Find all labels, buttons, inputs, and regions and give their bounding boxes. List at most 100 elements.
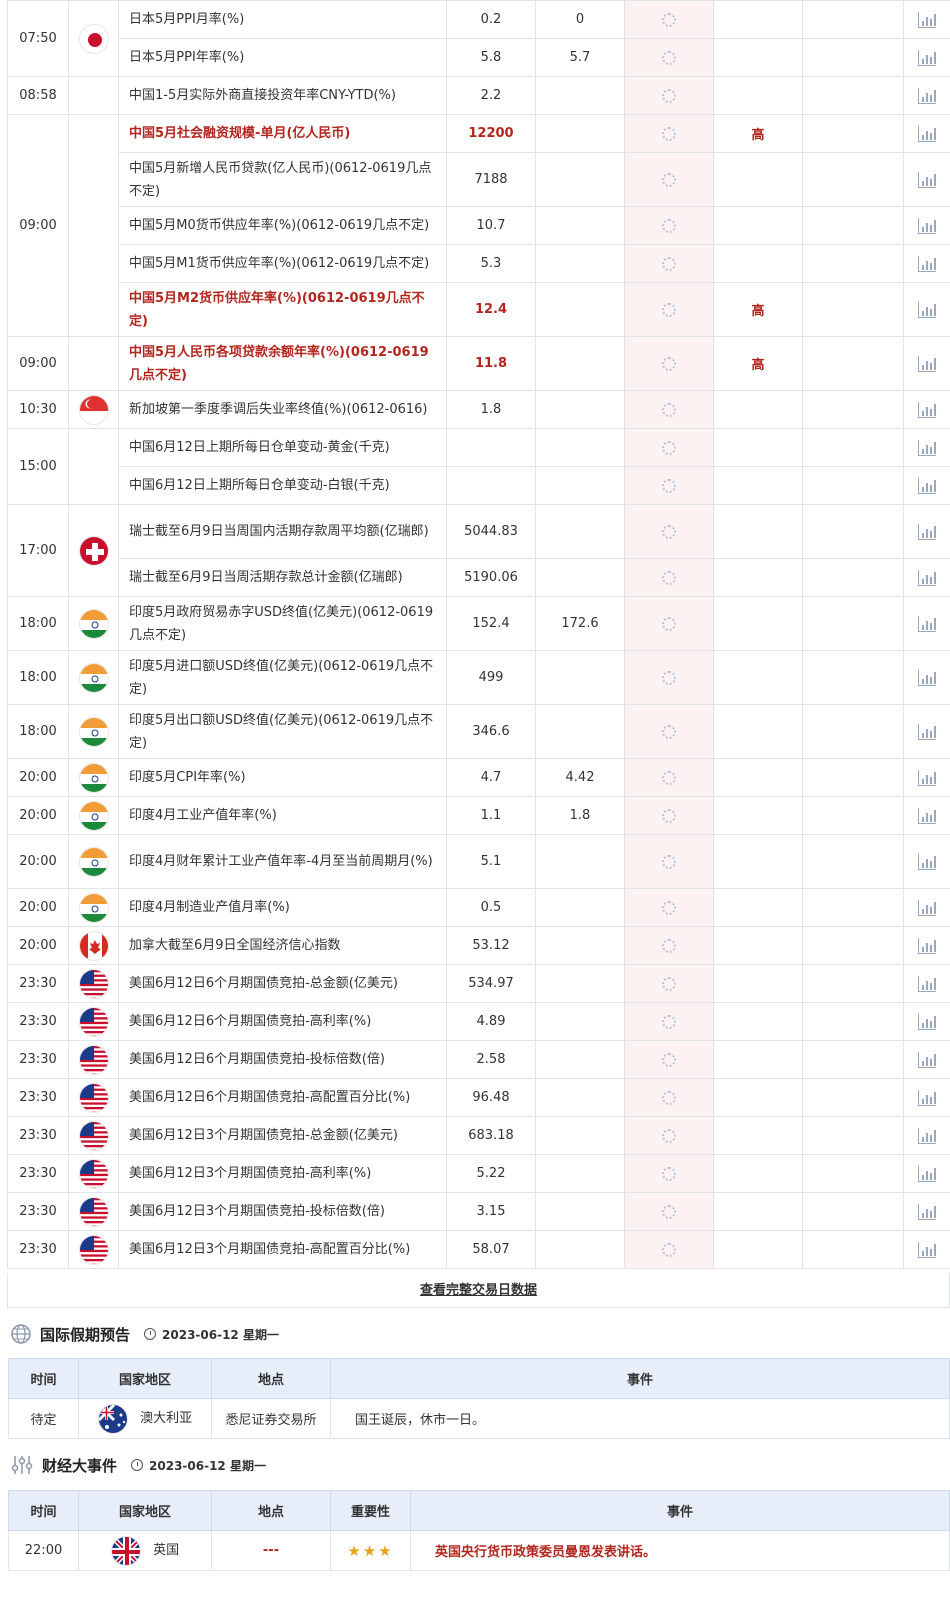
- bar-chart-icon[interactable]: [918, 1127, 936, 1144]
- chart-cell[interactable]: [903, 206, 950, 245]
- importance: [713, 558, 803, 597]
- chart-cell[interactable]: [903, 244, 950, 283]
- chart-cell[interactable]: [903, 596, 950, 651]
- bar-chart-icon[interactable]: [918, 171, 936, 188]
- indicator-name: 中国6月12日上期所每日仓单变动-白银(千克): [118, 466, 447, 505]
- indicator-name: 印度5月进口额USD终值(亿美元)(0612-0619几点不定): [118, 650, 447, 705]
- chart-cell[interactable]: [903, 834, 950, 889]
- view-full-data-link[interactable]: 查看完整交易日数据: [420, 1283, 537, 1298]
- loading-spinner-icon: [662, 356, 676, 371]
- forecast-value: [535, 650, 625, 705]
- chart-cell[interactable]: [903, 336, 950, 391]
- previous-value: 4.7: [446, 758, 536, 797]
- bar-chart-icon[interactable]: [918, 49, 936, 66]
- india-flag-icon: [78, 716, 109, 747]
- previous-value: 683.18: [446, 1116, 536, 1155]
- bar-chart-icon[interactable]: [918, 669, 936, 686]
- country-cell: [68, 1192, 119, 1231]
- bar-chart-icon[interactable]: [918, 477, 936, 494]
- blank-cell: [802, 1154, 904, 1193]
- chart-cell[interactable]: [903, 466, 950, 505]
- bar-chart-icon[interactable]: [918, 1165, 936, 1182]
- chart-cell[interactable]: [903, 1078, 950, 1117]
- bar-chart-icon[interactable]: [918, 439, 936, 456]
- bar-chart-icon[interactable]: [918, 615, 936, 632]
- holiday-time: 待定: [8, 1398, 79, 1439]
- chart-cell[interactable]: [903, 114, 950, 153]
- bar-chart-icon[interactable]: [918, 301, 936, 318]
- table-row: 23:30 美国6月12日6个月期国债竞拍-投标倍数(倍) 2.58: [7, 1040, 950, 1079]
- bar-chart-icon[interactable]: [918, 1089, 936, 1106]
- bar-chart-icon[interactable]: [918, 217, 936, 234]
- chart-cell[interactable]: [903, 926, 950, 965]
- chart-cell[interactable]: [903, 282, 950, 337]
- th-event: 事件: [330, 1358, 950, 1399]
- country-cell: [68, 336, 119, 391]
- chart-cell[interactable]: [903, 796, 950, 835]
- bar-chart-icon[interactable]: [918, 853, 936, 870]
- bar-chart-icon[interactable]: [918, 355, 936, 372]
- chart-cell[interactable]: [903, 504, 950, 559]
- india-flag-icon: [78, 608, 109, 639]
- chart-cell[interactable]: [903, 1002, 950, 1041]
- table-row: 中国5月新增人民币贷款(亿人民币)(0612-0619几点不定) 7188: [8, 152, 950, 207]
- chart-cell[interactable]: [903, 0, 950, 39]
- chart-cell[interactable]: [903, 650, 950, 705]
- chart-cell[interactable]: [903, 76, 950, 115]
- bar-chart-icon[interactable]: [918, 87, 936, 104]
- bar-chart-icon[interactable]: [918, 255, 936, 272]
- chart-cell[interactable]: [903, 704, 950, 759]
- chart-cell[interactable]: [903, 1040, 950, 1079]
- previous-value: 0.2: [446, 0, 536, 39]
- bar-chart-icon[interactable]: [918, 1051, 936, 1068]
- table-row: 15:00 中国6月12日上期所每日仓单变动-黄金(千克): [7, 428, 950, 505]
- chart-cell[interactable]: [903, 1230, 950, 1269]
- bar-chart-icon[interactable]: [918, 807, 936, 824]
- table-row: 07:50 日本5月PPI月率(%) 0.2 0: [7, 0, 950, 77]
- indicator-name: 美国6月12日3个月期国债竞拍-高利率(%): [118, 1154, 447, 1193]
- chart-cell[interactable]: [903, 964, 950, 1003]
- chart-cell[interactable]: [903, 390, 950, 429]
- importance: [713, 964, 803, 1003]
- importance: [713, 1116, 803, 1155]
- country-cell: [68, 926, 119, 965]
- table-row: 20:00 印度4月制造业产值月率(%) 0.5: [7, 888, 950, 927]
- chart-cell[interactable]: [903, 758, 950, 797]
- bar-chart-icon[interactable]: [918, 1241, 936, 1258]
- actual-value: [624, 466, 714, 505]
- bar-chart-icon[interactable]: [918, 975, 936, 992]
- loading-spinner-icon: [662, 616, 676, 631]
- blank-cell: [802, 1192, 904, 1231]
- country-cell: [68, 114, 119, 337]
- bar-chart-icon[interactable]: [918, 1203, 936, 1220]
- country-cell: [68, 76, 119, 115]
- bar-chart-icon[interactable]: [918, 769, 936, 786]
- forecast-value: 172.6: [535, 596, 625, 651]
- indicator-name: 加拿大截至6月9日全国经济信心指数: [118, 926, 447, 965]
- bar-chart-icon[interactable]: [918, 401, 936, 418]
- chart-cell[interactable]: [903, 1154, 950, 1193]
- loading-spinner-icon: [662, 88, 676, 103]
- chart-cell[interactable]: [903, 38, 950, 77]
- chart-cell[interactable]: [903, 558, 950, 597]
- bar-chart-icon[interactable]: [918, 569, 936, 586]
- chart-cell[interactable]: [903, 152, 950, 207]
- importance: [713, 1040, 803, 1079]
- loading-spinner-icon: [662, 724, 676, 739]
- chart-cell[interactable]: [903, 888, 950, 927]
- bar-chart-icon[interactable]: [918, 723, 936, 740]
- chart-cell[interactable]: [903, 1116, 950, 1155]
- bar-chart-icon[interactable]: [918, 523, 936, 540]
- event-description: 英国央行货币政策委员曼恩发表讲话。: [410, 1530, 950, 1571]
- bar-chart-icon[interactable]: [918, 11, 936, 28]
- chart-cell[interactable]: [903, 428, 950, 467]
- bar-chart-icon[interactable]: [918, 899, 936, 916]
- blank-cell: [802, 152, 904, 207]
- bar-chart-icon[interactable]: [918, 125, 936, 142]
- bar-chart-icon[interactable]: [918, 1013, 936, 1030]
- forecast-value: [535, 1116, 625, 1155]
- bar-chart-icon[interactable]: [918, 937, 936, 954]
- loading-spinner-icon: [662, 854, 676, 869]
- chart-cell[interactable]: [903, 1192, 950, 1231]
- swiss-flag-icon: [78, 535, 109, 566]
